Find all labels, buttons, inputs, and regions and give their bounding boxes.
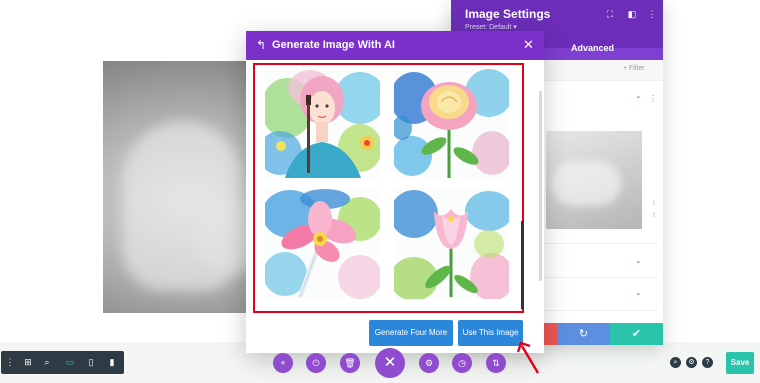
settings-icon[interactable]: ⚙ (419, 353, 439, 373)
annotation-arrow (516, 341, 540, 374)
generated-image-4[interactable] (394, 189, 509, 299)
settings-title: Image Settings (465, 7, 551, 21)
generated-image-2[interactable] (394, 68, 509, 178)
image-gallery (253, 63, 524, 313)
chevron-down-icon[interactable]: ⌄ (635, 288, 642, 297)
modal-title: Generate Image With AI (272, 39, 395, 51)
close-icon[interactable]: ✕ (375, 348, 405, 378)
use-this-image-button[interactable]: Use This Image (458, 320, 523, 346)
back-icon[interactable]: ↰ (256, 38, 266, 52)
help-icon[interactable]: ? (702, 357, 713, 368)
chevron-down-icon[interactable]: ⌄ (635, 256, 642, 265)
divider (543, 310, 658, 311)
sidebar-icon[interactable]: ◧ (627, 9, 637, 19)
tablet-icon[interactable]: ▯ (85, 356, 97, 368)
close-icon[interactable]: ✕ (523, 37, 534, 53)
history-icon[interactable]: ◷ (452, 353, 472, 373)
settings-icon[interactable]: ⚙ (686, 357, 697, 368)
wireframe-icon[interactable]: ⊞ (22, 356, 34, 368)
chevron-up-icon[interactable]: ⌃ (635, 95, 642, 104)
more-options-icon[interactable]: ⋮ (647, 9, 657, 19)
expand-icon[interactable]: ⛶ (605, 9, 615, 19)
add-icon[interactable]: + (273, 353, 293, 373)
filter-button[interactable]: + Filter (623, 65, 645, 72)
image-preview[interactable] (546, 131, 642, 229)
undo-icon[interactable]: ↻ (557, 323, 610, 345)
check-icon[interactable]: ✔ (610, 323, 663, 345)
more-icon[interactable]: ⋮ (4, 356, 16, 368)
modal-scrollbar[interactable] (539, 91, 542, 281)
gallery-scrollbar[interactable] (521, 221, 524, 309)
generated-image-1[interactable] (265, 68, 380, 178)
power-icon[interactable]: ⏻ (306, 353, 326, 373)
view-mode-toolbar: ⋮ ⊞ ⌕ ▭ ▯ ▮ (1, 351, 124, 374)
divider (543, 277, 658, 278)
save-button[interactable]: Save (726, 352, 754, 374)
trash-icon[interactable]: 🗑 (340, 353, 360, 373)
close-icon[interactable] (543, 323, 557, 345)
preset-dropdown[interactable]: Preset: Default ▾ (465, 23, 517, 31)
more-options-icon[interactable]: ⋮ (649, 94, 657, 103)
generate-image-modal: ↰ Generate Image With AI ✕ Generate Four… (246, 31, 544, 353)
search-icon[interactable]: ⌕ (670, 357, 681, 368)
generate-four-more-button[interactable]: Generate Four More (369, 320, 453, 346)
divider (543, 243, 658, 244)
side-text: t (653, 200, 655, 207)
settings-footer: ↻ ✔ (543, 323, 663, 345)
portability-icon[interactable]: ⇅ (486, 353, 506, 373)
tab-advanced[interactable]: Advanced (571, 43, 614, 53)
zoom-icon[interactable]: ⌕ (41, 356, 53, 368)
generated-image-3[interactable] (265, 189, 380, 299)
side-text: t (653, 212, 655, 219)
phone-icon[interactable]: ▮ (106, 356, 118, 368)
desktop-icon[interactable]: ▭ (64, 356, 76, 368)
